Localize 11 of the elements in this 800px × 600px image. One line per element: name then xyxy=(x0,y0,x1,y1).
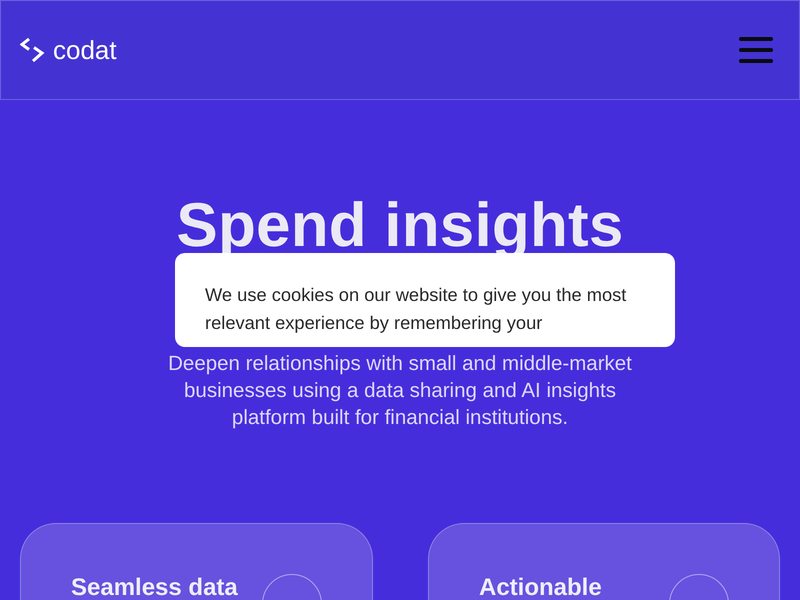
codat-logo[interactable]: codat xyxy=(20,36,117,64)
card-title: Actionable xyxy=(479,574,602,600)
ring-icon xyxy=(262,574,322,600)
menu-icon xyxy=(739,37,773,63)
chevrons-icon xyxy=(20,38,45,62)
ring-icon xyxy=(669,574,729,600)
hero-title: Spend insights xyxy=(176,198,624,254)
menu-button[interactable] xyxy=(739,37,773,63)
hero-subtitle: Deepen relationships with small and middle-market businesses using a data sharing and AI insights platform built for financial institutions. xyxy=(167,350,633,431)
cookie-notice-text: We use cookies on our website to give you the most relevant experience by remembering your xyxy=(205,283,628,335)
card-title: Seamless data xyxy=(71,574,238,600)
